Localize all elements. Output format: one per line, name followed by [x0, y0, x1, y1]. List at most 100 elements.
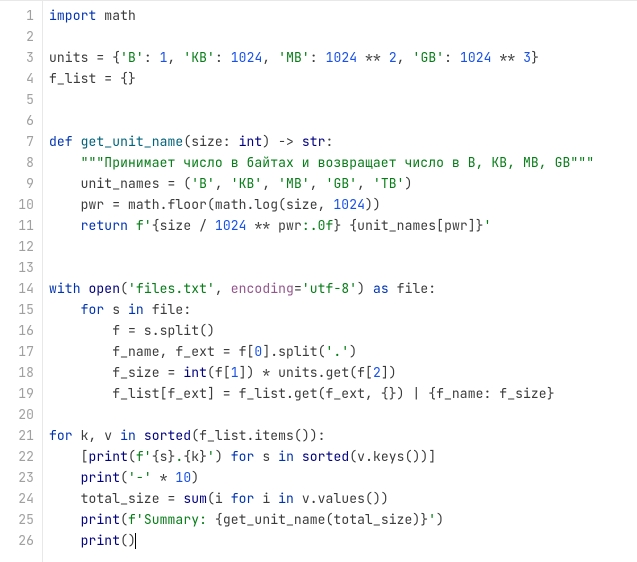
- token-builtin: sum: [183, 490, 207, 507]
- token-txt: file:: [152, 301, 192, 318]
- token-num: 1024: [231, 49, 263, 66]
- token-str: '-': [128, 469, 152, 486]
- code-line[interactable]: [49, 26, 637, 47]
- token-txt: (: [120, 280, 128, 297]
- token-str: 'files.txt': [128, 280, 215, 297]
- token-str: ': [484, 217, 492, 234]
- code-line[interactable]: print(): [49, 530, 637, 551]
- code-line[interactable]: [49, 89, 637, 110]
- code-line[interactable]: f_list[f_ext] = f_list.get(f_ext, {}) | …: [49, 383, 637, 404]
- code-line[interactable]: [49, 257, 637, 278]
- code-line[interactable]: [49, 404, 637, 425]
- token-txt: ,: [262, 175, 278, 192]
- line-number: 12: [0, 236, 34, 257]
- token-num: 2: [389, 49, 397, 66]
- token-txt: ): [191, 469, 199, 486]
- token-str: ': [428, 511, 436, 528]
- token-txt: [49, 532, 81, 549]
- token-txt: ): [436, 511, 444, 528]
- line-number: 7: [0, 131, 34, 152]
- token-str: 'GB': [326, 175, 358, 192]
- line-number: 5: [0, 89, 34, 110]
- line-number: 24: [0, 488, 34, 509]
- token-txt: }: [531, 49, 539, 66]
- token-str: 'MB': [278, 49, 310, 66]
- token-kw: as: [373, 280, 397, 297]
- token-txt: (: [120, 511, 128, 528]
- token-num: 1: [160, 49, 168, 66]
- token-builtin: print: [89, 448, 129, 465]
- token-num: 1024: [460, 49, 492, 66]
- code-line[interactable]: def get_unit_name(size: int) -> str:: [49, 131, 637, 152]
- line-number: 26: [0, 530, 34, 551]
- token-txt: **: [492, 49, 524, 66]
- token-txt: ): [357, 280, 373, 297]
- code-editor[interactable]: 1234567891011121314151617181920212223242…: [0, 0, 637, 562]
- code-line[interactable]: with open('files.txt', encoding='utf-8')…: [49, 278, 637, 299]
- code-line[interactable]: for s in file:: [49, 299, 637, 320]
- token-str: 'B': [191, 175, 215, 192]
- code-line[interactable]: f_size = int(f[1]) * units.get(f[2]): [49, 362, 637, 383]
- token-num: 10: [175, 469, 191, 486]
- code-line[interactable]: [49, 110, 637, 131]
- code-line[interactable]: unit_names = ('B', 'KB', 'MB', 'GB', 'TB…: [49, 173, 637, 194]
- token-str: f'Summary:: [128, 511, 215, 528]
- code-line[interactable]: units = {'B': 1, 'KB': 1024, 'MB': 1024 …: [49, 47, 637, 68]
- token-txt: [49, 469, 81, 486]
- code-line[interactable]: f = s.split(): [49, 320, 637, 341]
- token-txt: {s}: [152, 448, 176, 465]
- token-str: :.0f: [302, 217, 334, 234]
- token-num: 2: [373, 364, 381, 381]
- code-line[interactable]: for k, v in sorted(f_list.items()):: [49, 425, 637, 446]
- code-line[interactable]: [49, 236, 637, 257]
- token-str: 'KB': [231, 175, 263, 192]
- line-number: 10: [0, 194, 34, 215]
- token-str: f': [136, 448, 152, 465]
- token-txt: s: [262, 448, 278, 465]
- token-txt: [49, 217, 81, 234]
- token-txt: (: [128, 448, 136, 465]
- token-num: 1024: [215, 217, 247, 234]
- line-number-gutter: 1234567891011121314151617181920212223242…: [0, 1, 43, 562]
- token-kw: for: [231, 490, 263, 507]
- line-number: 4: [0, 68, 34, 89]
- token-self: encoding: [231, 280, 294, 297]
- token-builtin: sorted: [144, 427, 191, 444]
- token-txt: (size:: [183, 133, 238, 150]
- code-line[interactable]: total_size = sum(i for i in v.values()): [49, 488, 637, 509]
- token-str: f': [136, 217, 152, 234]
- token-str: 'KB': [183, 49, 215, 66]
- token-txt: [: [49, 448, 89, 465]
- code-line[interactable]: [print(f'{s}.{k}') for s in sorted(v.key…: [49, 446, 637, 467]
- token-txt: :: [144, 49, 160, 66]
- code-line[interactable]: import math: [49, 5, 637, 26]
- token-txt: ].split(: [262, 343, 325, 360]
- code-line[interactable]: print('-' * 10): [49, 467, 637, 488]
- token-str: 'B': [120, 49, 144, 66]
- code-line[interactable]: """Принимает число в байтах и возвращает…: [49, 152, 637, 173]
- code-line[interactable]: return f'{size / 1024 ** pwr:.0f} {unit_…: [49, 215, 637, 236]
- token-kw: for: [81, 301, 113, 318]
- token-txt: pwr = math.floor(math.log(size,: [49, 196, 333, 213]
- code-line[interactable]: f_list = {}: [49, 68, 637, 89]
- token-str: 'MB': [278, 175, 310, 192]
- token-builtin: sorted: [302, 448, 349, 465]
- line-number: 3: [0, 47, 34, 68]
- code-area[interactable]: import math units = {'B': 1, 'KB': 1024, …: [43, 1, 637, 562]
- token-txt: ,: [397, 49, 413, 66]
- token-txt: ]): [381, 364, 397, 381]
- token-txt: :: [310, 49, 326, 66]
- code-line[interactable]: pwr = math.floor(math.log(size, 1024)): [49, 194, 637, 215]
- code-line[interactable]: f_name, f_ext = f[0].split('.'): [49, 341, 637, 362]
- token-str: """Принимает число в байтах и возвращает…: [81, 154, 595, 171]
- token-str: '.': [326, 343, 350, 360]
- token-txt: f_size =: [49, 364, 183, 381]
- token-str: 'utf-8': [302, 280, 357, 297]
- text-caret: [135, 533, 136, 549]
- code-line[interactable]: print(f'Summary: {get_unit_name(total_si…: [49, 509, 637, 530]
- token-txt: {get_unit_name(total_size)}: [215, 511, 428, 528]
- token-txt: ,: [357, 175, 373, 192]
- token-kw: import: [49, 7, 96, 24]
- token-txt: (i: [207, 490, 231, 507]
- token-txt: =: [294, 280, 302, 297]
